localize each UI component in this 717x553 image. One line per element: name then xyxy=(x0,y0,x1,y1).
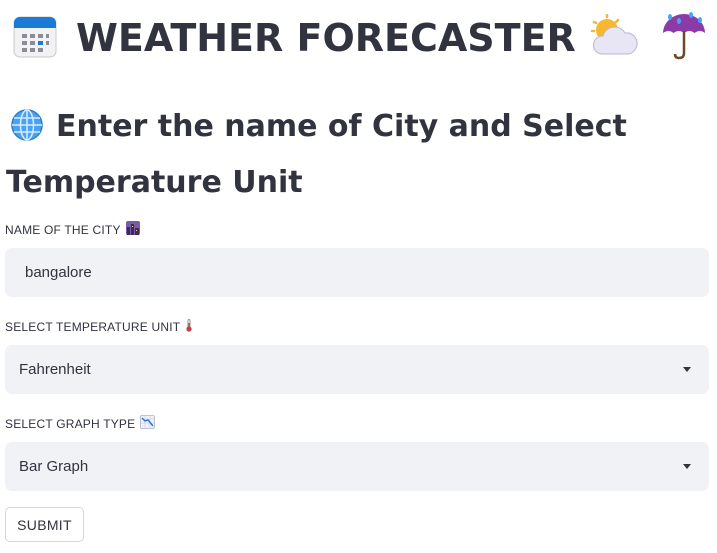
graph-label: SELECT GRAPH TYPE xyxy=(5,415,156,432)
page: WEATHER FORECASTER Enter the name of Cit… xyxy=(0,0,717,553)
city-field[interactable] xyxy=(5,248,709,297)
sun-behind-cloud-icon xyxy=(590,13,640,62)
unit-selected-value: Fahrenheit xyxy=(19,361,91,378)
chevron-down-icon[interactable] xyxy=(683,367,691,372)
page-title: WEATHER FORECASTER xyxy=(76,16,576,60)
subheader-text: Enter the name of City and Select Temper… xyxy=(6,109,627,200)
city-input[interactable] xyxy=(5,248,709,297)
umbrella-with-rain-icon xyxy=(660,11,708,65)
unit-label: SELECT TEMPERATURE UNIT xyxy=(5,319,193,335)
subheader: Enter the name of City and Select Temper… xyxy=(6,102,646,208)
city-label-text: NAME OF THE CITY xyxy=(5,222,121,237)
calendar-icon xyxy=(12,13,58,63)
city-label: NAME OF THE CITY xyxy=(5,221,140,238)
graph-selected-value: Bar Graph xyxy=(19,458,89,475)
thermometer-icon xyxy=(185,319,193,335)
submit-button[interactable]: SUBMIT xyxy=(5,507,84,542)
graph-label-text: SELECT GRAPH TYPE xyxy=(5,416,136,431)
unit-label-text: SELECT TEMPERATURE UNIT xyxy=(5,320,181,334)
unit-select[interactable]: Fahrenheit xyxy=(5,345,709,394)
chart-decreasing-icon xyxy=(140,415,156,432)
globe-icon xyxy=(10,108,44,158)
chevron-down-icon[interactable] xyxy=(683,464,691,469)
title-row: WEATHER FORECASTER xyxy=(12,10,708,66)
graph-select[interactable]: Bar Graph xyxy=(5,442,709,491)
cityscape-dusk-icon xyxy=(125,221,140,238)
